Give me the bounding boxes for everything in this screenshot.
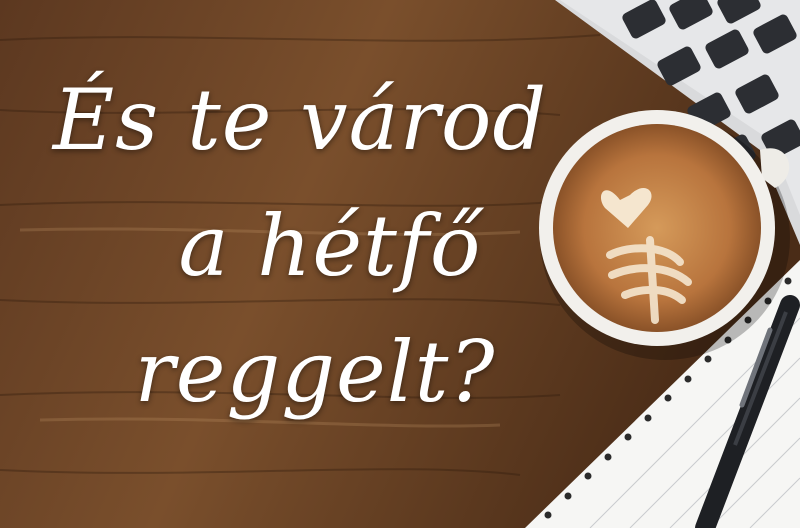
headline-line-3: reggelt? xyxy=(134,323,496,421)
headline-line-1: És te várod xyxy=(52,71,548,169)
headline: És te várod a hétfő reggelt? xyxy=(40,78,580,414)
photo-scene: És te várod a hétfő reggelt? xyxy=(0,0,800,528)
headline-line-2: a hétfő xyxy=(178,197,482,295)
